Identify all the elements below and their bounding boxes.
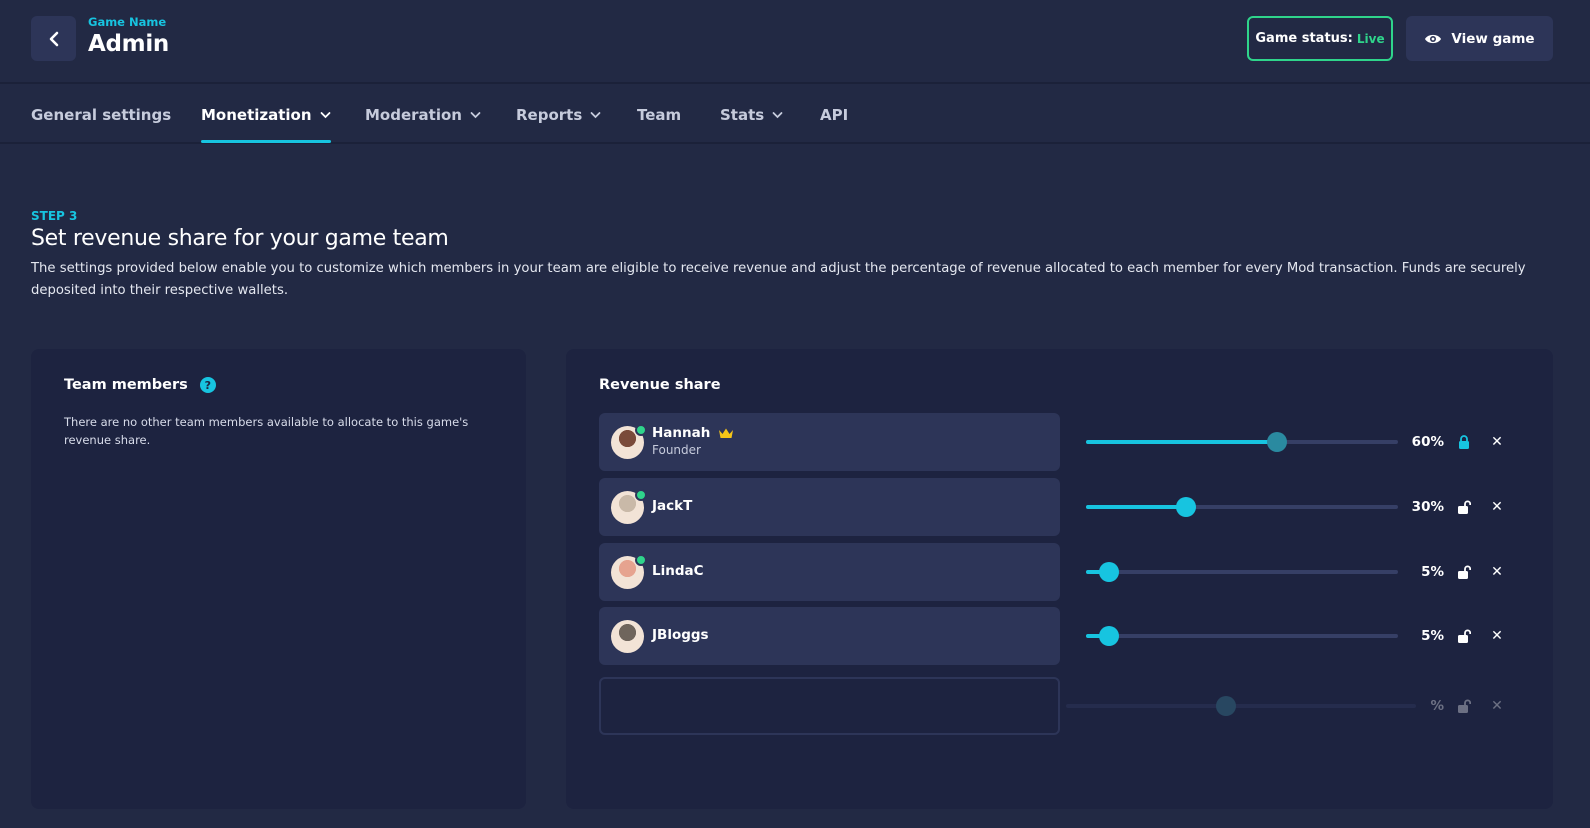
tab-stats[interactable]: Stats <box>720 86 783 144</box>
top-bar: Game Name Admin Game status: Live View g… <box>0 0 1590 84</box>
avatar <box>611 554 647 589</box>
revenue-member-row: Hannah Founder 60% ✕ <box>566 413 1553 471</box>
revenue-slider[interactable] <box>1086 432 1398 452</box>
main-nav-tabs: General settings Monetization Moderation… <box>0 86 1590 144</box>
page-title: Admin <box>88 31 169 57</box>
view-game-label: View game <box>1451 30 1535 47</box>
tab-general-settings[interactable]: General settings <box>31 86 171 144</box>
lock-open-icon[interactable] <box>1454 562 1474 582</box>
tab-label: Reports <box>516 106 583 124</box>
member-name-wrap: JackT <box>652 498 692 514</box>
avatar <box>611 424 647 459</box>
close-icon[interactable]: ✕ <box>1488 562 1506 582</box>
tab-label: Moderation <box>365 106 462 124</box>
game-name-label: Game Name <box>88 15 167 29</box>
percent-value: 60% <box>1411 434 1444 450</box>
close-icon[interactable]: ✕ <box>1488 626 1506 646</box>
close-icon[interactable]: ✕ <box>1488 696 1506 716</box>
view-game-button[interactable]: View game <box>1406 16 1553 61</box>
member-name: Hannah <box>652 425 711 441</box>
game-status-label: Game status: <box>1255 31 1353 46</box>
tab-label: Stats <box>720 106 765 124</box>
slider-thumb[interactable] <box>1099 562 1119 582</box>
step-label: STEP 3 <box>31 209 78 223</box>
team-members-panel: Team members ? There are no other team m… <box>31 349 526 809</box>
revenue-slider[interactable] <box>1086 497 1398 517</box>
revenue-member-row: JackT 30% ✕ <box>566 478 1553 536</box>
slider-fill <box>1086 505 1186 509</box>
slider-track <box>1086 634 1398 638</box>
tab-label: API <box>820 106 849 124</box>
chevron-down-icon <box>772 112 783 119</box>
chevron-down-icon <box>590 112 601 119</box>
chevron-down-icon <box>320 112 330 119</box>
tab-reports[interactable]: Reports <box>516 86 601 144</box>
back-button[interactable] <box>31 16 76 61</box>
team-members-header: Team members ? <box>64 377 216 393</box>
lock-open-icon[interactable] <box>1454 497 1474 517</box>
team-members-title: Team members <box>64 377 188 393</box>
revenue-slider-empty[interactable] <box>1066 696 1416 716</box>
empty-member-row: % ✕ <box>566 677 1553 735</box>
revenue-slider[interactable] <box>1086 626 1398 646</box>
slider-thumb[interactable] <box>1216 696 1236 716</box>
tab-label: Monetization <box>201 106 312 124</box>
close-icon[interactable]: ✕ <box>1488 497 1506 517</box>
revenue-member-row: JBloggs 5% ✕ <box>566 607 1553 665</box>
lock-open-icon[interactable] <box>1454 626 1474 646</box>
tab-label: Team <box>637 106 682 124</box>
eye-icon <box>1425 34 1442 43</box>
member-role: Founder <box>652 443 701 457</box>
percent-value: 5% <box>1421 564 1444 580</box>
tab-api[interactable]: API <box>820 86 848 144</box>
chevron-left-icon <box>49 31 58 46</box>
avatar <box>611 620 644 653</box>
team-members-empty-message: There are no other team members availabl… <box>64 415 469 447</box>
member-card[interactable]: LindaC <box>599 543 1060 601</box>
crown-icon <box>719 428 734 438</box>
question-circle-icon[interactable]: ? <box>199 377 216 393</box>
slider-thumb[interactable] <box>1176 497 1196 517</box>
lock-open-icon[interactable] <box>1454 696 1474 716</box>
revenue-member-row: LindaC 5% ✕ <box>566 543 1553 601</box>
member-name: JBloggs <box>652 627 709 643</box>
member-name-wrap: JBloggs <box>652 627 709 643</box>
section-description: The settings provided below enable you t… <box>31 261 1526 298</box>
revenue-slider[interactable] <box>1086 562 1398 582</box>
lock-closed-icon[interactable] <box>1454 432 1474 452</box>
tab-monetization[interactable]: Monetization <box>201 86 331 144</box>
percent-value: 5% <box>1421 628 1444 644</box>
online-indicator <box>635 554 647 566</box>
revenue-share-title: Revenue share <box>599 377 721 393</box>
percent-value: 30% <box>1411 499 1444 515</box>
online-indicator <box>635 489 647 501</box>
game-status-value: Live <box>1356 31 1385 46</box>
member-card[interactable]: JackT <box>599 478 1060 536</box>
tab-moderation[interactable]: Moderation <box>365 86 481 144</box>
online-indicator <box>635 424 647 436</box>
member-name-wrap: Hannah <box>652 425 734 441</box>
chevron-down-icon <box>470 112 481 119</box>
avatar <box>611 489 647 524</box>
member-name-wrap: LindaC <box>652 563 704 579</box>
slider-track <box>1086 570 1398 574</box>
close-icon[interactable]: ✕ <box>1488 432 1506 452</box>
member-name: LindaC <box>652 563 704 579</box>
slider-fill <box>1086 440 1277 444</box>
tab-team[interactable]: Team <box>637 86 681 144</box>
revenue-share-panel: Revenue share Hannah Founder 60% ✕ JackT… <box>566 349 1553 809</box>
slider-thumb[interactable] <box>1267 432 1287 452</box>
member-card[interactable]: Hannah Founder <box>599 413 1060 471</box>
slider-track <box>1066 704 1416 708</box>
slider-thumb[interactable] <box>1099 626 1119 646</box>
member-name: JackT <box>652 498 693 514</box>
section-heading: Set revenue share for your game team <box>31 226 449 251</box>
tab-label: General settings <box>31 106 172 124</box>
game-status-button[interactable]: Game status: Live <box>1247 16 1393 61</box>
percent-value: % <box>1430 698 1444 714</box>
empty-member-slot[interactable] <box>599 677 1060 735</box>
member-card[interactable]: JBloggs <box>599 607 1060 665</box>
